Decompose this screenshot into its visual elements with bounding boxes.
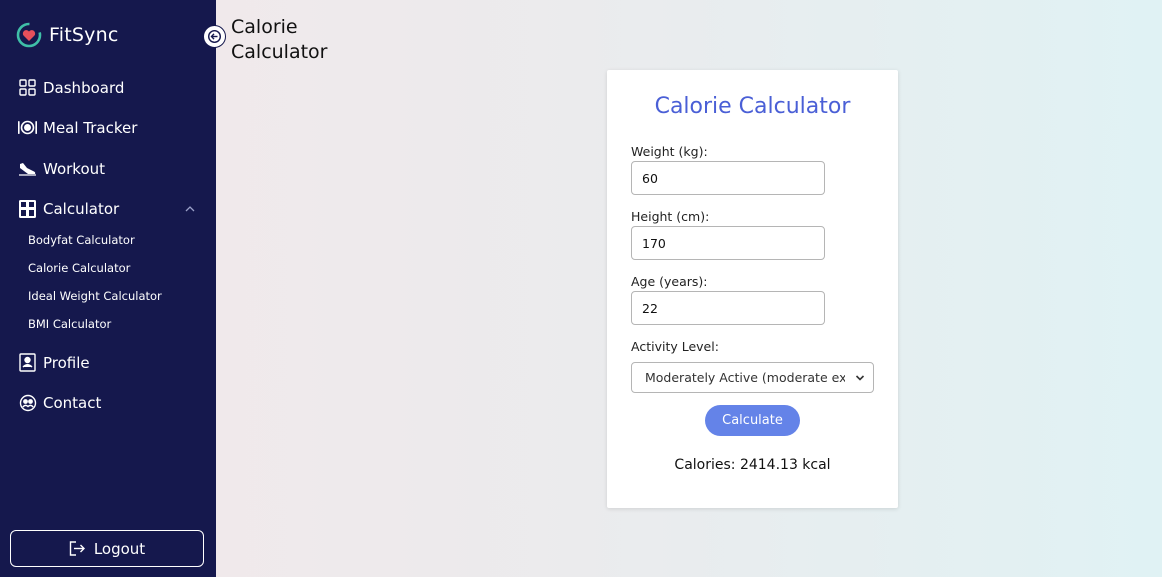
brand-name: FitSync <box>49 24 119 46</box>
logout-icon <box>69 541 85 556</box>
sidebar-item-label: Meal Tracker <box>43 118 138 137</box>
sidebar-item-contact[interactable]: Contact <box>18 393 101 412</box>
plate-icon <box>18 118 37 137</box>
sidebar: FitSync Dashboard Meal Tracker Workout C… <box>0 0 216 577</box>
chevron-up-icon[interactable] <box>184 204 196 214</box>
height-input[interactable]: 170 <box>631 226 825 260</box>
card-title: Calorie Calculator <box>654 94 851 119</box>
sidebar-item-label: Contact <box>43 393 102 412</box>
page-title: Calorie Calculator <box>231 16 328 63</box>
weight-input[interactable]: 60 <box>631 161 825 195</box>
brand[interactable]: FitSync <box>16 22 118 48</box>
sidebar-item-dashboard[interactable]: Dashboard <box>18 78 124 97</box>
activity-selected-value: Moderately Active (moderate exercise 3-5… <box>645 370 845 385</box>
sidebar-subitem-ideal-weight[interactable]: Ideal Weight Calculator <box>28 289 162 303</box>
sidebar-item-label: Workout <box>43 159 106 178</box>
calculator-icon <box>18 199 37 218</box>
sidebar-subitem-bmi[interactable]: BMI Calculator <box>28 317 111 331</box>
contact-icon <box>18 393 37 412</box>
sidebar-subitem-bodyfat[interactable]: Bodyfat Calculator <box>28 233 135 247</box>
logout-label: Logout <box>93 539 146 558</box>
sidebar-item-meal-tracker[interactable]: Meal Tracker <box>18 118 137 137</box>
calorie-result: Calories: 2414.13 kcal <box>674 457 831 473</box>
sidebar-item-workout[interactable]: Workout <box>18 159 105 178</box>
sidebar-item-label: Profile <box>43 353 90 372</box>
sidebar-item-label: Dashboard <box>43 78 125 97</box>
sidebar-item-label: Calculator <box>43 199 120 218</box>
shoe-icon <box>18 159 37 178</box>
grid-icon <box>18 78 37 97</box>
sidebar-subitem-calorie[interactable]: Calorie Calculator <box>28 261 130 275</box>
activity-select[interactable]: Moderately Active (moderate exercise 3-5… <box>631 362 874 393</box>
sidebar-item-calculator[interactable]: Calculator <box>18 199 119 218</box>
id-card-icon <box>18 353 37 372</box>
heart-sync-icon <box>16 22 42 48</box>
height-label: Height (cm): <box>631 209 710 224</box>
collapse-sidebar-button[interactable] <box>203 25 226 48</box>
sidebar-item-profile[interactable]: Profile <box>18 353 90 372</box>
age-input[interactable]: 22 <box>631 291 825 325</box>
arrow-left-icon <box>208 30 221 43</box>
chevron-down-icon <box>855 375 865 381</box>
logout-button[interactable]: Logout <box>10 530 204 567</box>
activity-label: Activity Level: <box>631 339 719 354</box>
age-label: Age (years): <box>631 274 708 289</box>
calculate-button[interactable]: Calculate <box>705 405 800 436</box>
calculator-card: Calorie Calculator Weight (kg): 60 Heigh… <box>607 70 898 508</box>
weight-label: Weight (kg): <box>631 144 708 159</box>
